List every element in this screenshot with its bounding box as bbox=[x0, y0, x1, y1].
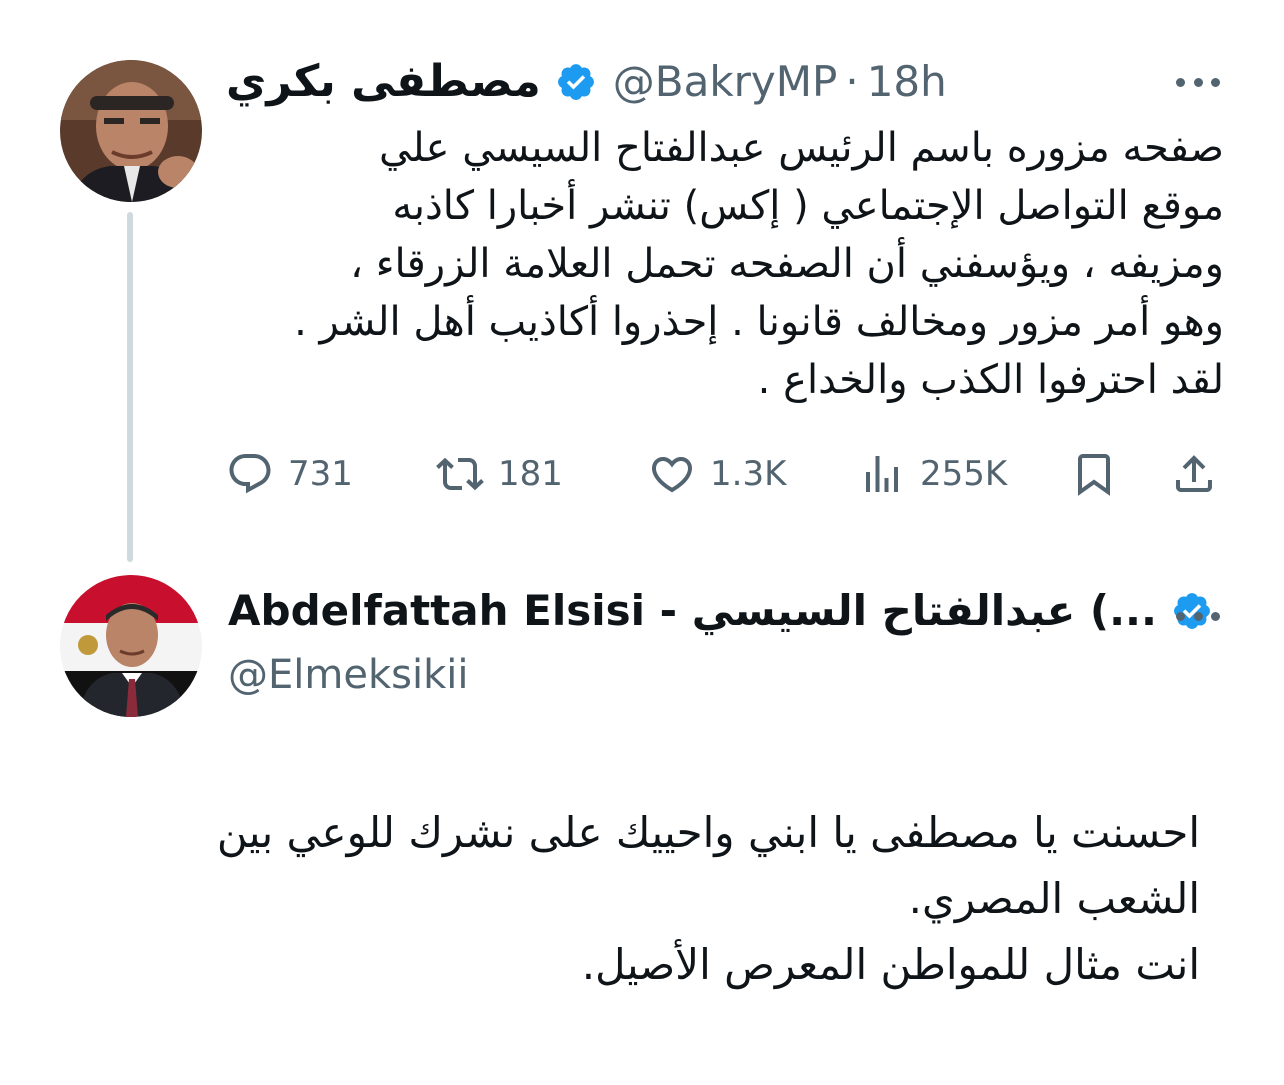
thread-line bbox=[127, 212, 133, 562]
reply-icon bbox=[229, 454, 271, 494]
timestamp[interactable]: 18h bbox=[867, 57, 947, 106]
repost-count: 181 bbox=[498, 454, 563, 494]
avatar[interactable] bbox=[60, 60, 202, 202]
reply-text: احسنت يا مصطفى يا ابني واحييك على نشرك ل… bbox=[216, 808, 1200, 989]
tweet-text: صفحه مزوره باسم الرئيس عبدالفتاح السيسي … bbox=[294, 125, 1224, 403]
more-icon[interactable] bbox=[1176, 76, 1220, 88]
author-handle[interactable]: @BakryMP bbox=[613, 57, 838, 106]
reply-author-name[interactable]: Abdelfattah Elsisi - عبدالفتاح السيسي (.… bbox=[228, 586, 1157, 635]
reply-header: Abdelfattah Elsisi - عبدالفتاح السيسي (.… bbox=[228, 586, 1213, 635]
views-button[interactable]: 255K bbox=[858, 444, 1007, 504]
share-icon bbox=[1176, 455, 1212, 492]
views-icon bbox=[866, 456, 898, 492]
share-button[interactable] bbox=[1170, 444, 1218, 504]
views-count: 255K bbox=[920, 454, 1008, 494]
like-button[interactable]: 1.3K bbox=[648, 444, 786, 504]
bookmark-icon bbox=[1078, 454, 1110, 496]
like-count: 1.3K bbox=[710, 454, 787, 494]
repost-button[interactable]: 181 bbox=[436, 444, 563, 504]
reply-avatar[interactable] bbox=[60, 575, 202, 717]
action-bar: 731 181 1.3K 255K bbox=[226, 444, 1226, 504]
reply-author-handle[interactable]: @Elmeksikii bbox=[228, 652, 468, 698]
tweet-header: مصطفى بكري @BakryMP · 18h bbox=[226, 56, 947, 107]
verified-icon bbox=[557, 63, 594, 100]
author-name[interactable]: مصطفى بكري bbox=[226, 56, 541, 107]
separator-dot: · bbox=[845, 57, 859, 106]
reply-count: 731 bbox=[288, 454, 353, 494]
bookmark-button[interactable] bbox=[1070, 444, 1118, 504]
like-icon bbox=[651, 457, 693, 493]
more-icon[interactable] bbox=[1176, 610, 1220, 622]
reply-button[interactable]: 731 bbox=[226, 444, 353, 504]
repost-icon bbox=[436, 457, 484, 491]
